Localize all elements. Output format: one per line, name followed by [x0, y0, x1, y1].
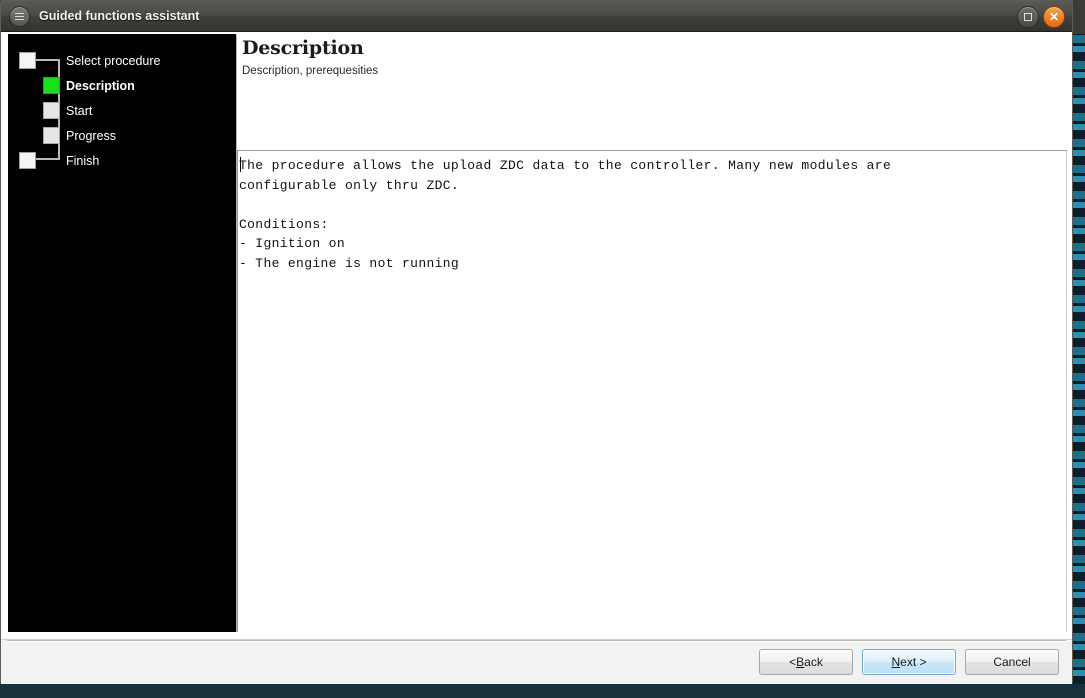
description-text: The procedure allows the upload ZDC data…	[239, 158, 892, 271]
wizard-content-pane: Description Description, prerequesities …	[237, 32, 1072, 684]
step-node-icon	[19, 152, 36, 169]
back-accel: B	[796, 655, 805, 669]
wizard-footer: < Back Next > Cancel	[1, 639, 1072, 684]
page-title: Description	[242, 37, 364, 59]
close-glyph: ✕	[1048, 9, 1060, 24]
wizard-step-finish[interactable]: Finish	[8, 151, 236, 171]
wizard-step-select-procedure[interactable]: Select procedure	[8, 51, 236, 71]
footer-separator	[7, 640, 1066, 641]
step-node-icon	[43, 102, 60, 119]
step-label: Start	[66, 104, 93, 118]
step-node-icon	[43, 127, 60, 144]
step-label: Select procedure	[66, 54, 161, 68]
back-button[interactable]: < Back	[759, 649, 853, 675]
window-controls: ✕	[1017, 6, 1065, 28]
wizard-step-progress[interactable]: Progress	[8, 126, 236, 146]
cancel-button[interactable]: Cancel	[965, 649, 1059, 675]
back-suffix: ack	[804, 655, 823, 669]
step-node-icon	[19, 52, 36, 69]
guided-functions-assistant-window: Guided functions assistant ✕ Select proc…	[0, 0, 1073, 684]
window-titlebar: Guided functions assistant ✕	[1, 1, 1072, 32]
next-button[interactable]: Next >	[862, 649, 956, 675]
background-striped-toolbar	[1071, 0, 1085, 698]
step-node-icon	[43, 77, 60, 94]
next-accel: N	[891, 655, 901, 669]
close-icon[interactable]: ✕	[1043, 6, 1065, 28]
text-caret	[240, 157, 241, 172]
back-prefix: <	[789, 655, 797, 669]
window-title: Guided functions assistant	[39, 9, 200, 23]
background-titlebar-strip	[1071, 0, 1085, 34]
step-label: Progress	[66, 129, 117, 143]
wizard-step-description[interactable]: Description	[8, 76, 236, 96]
maximize-icon[interactable]	[1017, 6, 1039, 28]
page-header: Description Description, prerequesities	[242, 37, 1072, 77]
background-bottom-strip	[0, 684, 1085, 698]
page-subtitle: Description, prerequesities	[242, 65, 379, 77]
maximize-glyph	[1024, 13, 1032, 21]
footer-button-group: < Back Next > Cancel	[759, 649, 1059, 675]
window-body: Select procedure Description Start Progr…	[1, 32, 1072, 684]
wizard-steps-panel: Select procedure Description Start Progr…	[8, 34, 236, 638]
step-label: Description	[66, 79, 135, 93]
cancel-label: Cancel	[993, 655, 1031, 669]
description-textarea[interactable]: The procedure allows the upload ZDC data…	[237, 150, 1067, 669]
next-suffix: ext >	[900, 655, 927, 669]
window-menu-icon[interactable]	[9, 5, 30, 27]
step-label: Finish	[66, 154, 100, 168]
wizard-step-start[interactable]: Start	[8, 101, 236, 121]
